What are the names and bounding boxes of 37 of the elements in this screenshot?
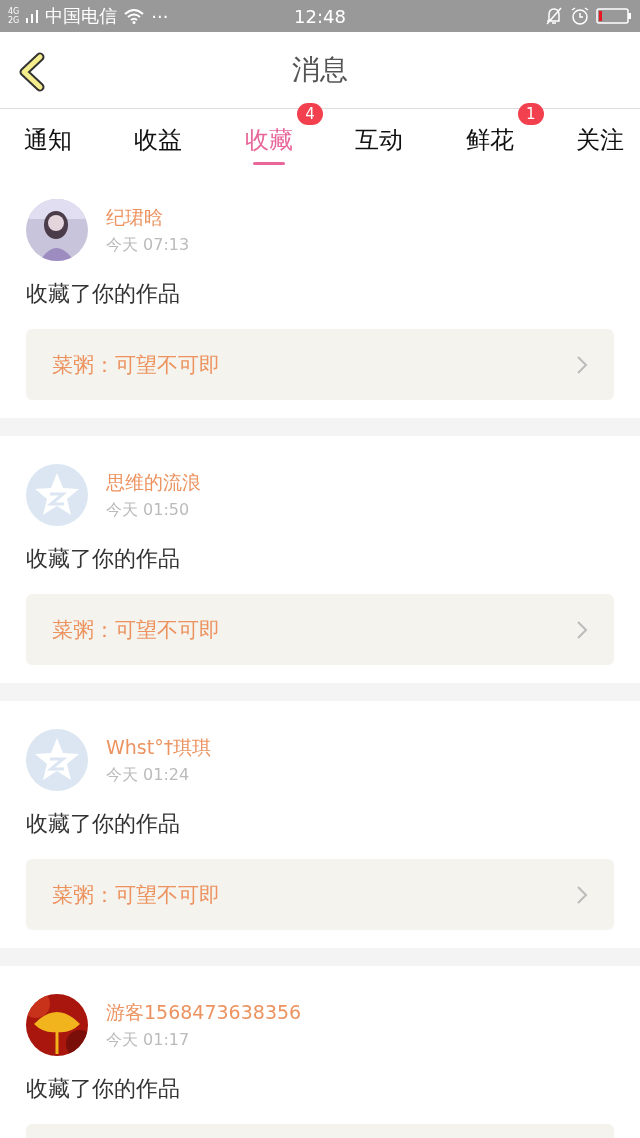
message-time: 今天 07:13 bbox=[106, 234, 190, 256]
signal-icon bbox=[25, 8, 40, 24]
user-name[interactable]: 思维的流浪 bbox=[106, 469, 201, 496]
wifi-icon bbox=[123, 8, 146, 24]
message-text: 收藏了你的作品 bbox=[26, 810, 181, 838]
default-avatar-icon bbox=[26, 729, 88, 791]
message-time: 今天 01:50 bbox=[106, 499, 191, 521]
message-text: 收藏了你的作品 bbox=[26, 280, 181, 308]
carrier-name: 中国电信 bbox=[45, 4, 118, 28]
count-badge: 4 bbox=[297, 103, 323, 125]
message-time: 今天 01:17 bbox=[106, 1029, 191, 1051]
work-link[interactable]: 菜粥：可望不可即 bbox=[26, 594, 614, 665]
user-name[interactable]: Whst°†琪琪 bbox=[106, 734, 212, 761]
work-link[interactable]: 菜粥：可望不可即 bbox=[26, 859, 614, 930]
user-name[interactable]: 纪珺晗 bbox=[106, 204, 190, 231]
tab[interactable]: 关注 bbox=[575, 109, 624, 171]
tab[interactable]: 互动 bbox=[355, 109, 404, 171]
default-avatar-icon bbox=[26, 464, 88, 526]
chevron-right-icon bbox=[576, 354, 588, 375]
tab[interactable]: 收益 bbox=[134, 109, 183, 171]
work-link[interactable]: 菜粥：可望不可即 bbox=[26, 329, 614, 400]
count-badge: 1 bbox=[518, 103, 544, 125]
user-name[interactable]: 游客1568473638356 bbox=[106, 999, 302, 1026]
bell-muted-icon bbox=[544, 6, 564, 26]
more-indicator: ··· bbox=[151, 5, 169, 27]
battery-icon bbox=[596, 7, 632, 25]
tab-underline bbox=[252, 162, 285, 165]
message-text: 收藏了你的作品 bbox=[26, 545, 181, 573]
network-type: 4G 2G bbox=[8, 7, 20, 25]
message-time: 今天 01:24 bbox=[106, 764, 191, 786]
alarm-icon bbox=[570, 6, 590, 26]
chevron-right-icon bbox=[576, 884, 588, 905]
page-title: 消息 bbox=[292, 52, 348, 88]
clock-time: 12:48 bbox=[294, 5, 346, 27]
chevron-right-icon bbox=[576, 619, 588, 640]
tab[interactable]: 通知 bbox=[24, 109, 72, 171]
message-text: 收藏了你的作品 bbox=[26, 1075, 181, 1103]
